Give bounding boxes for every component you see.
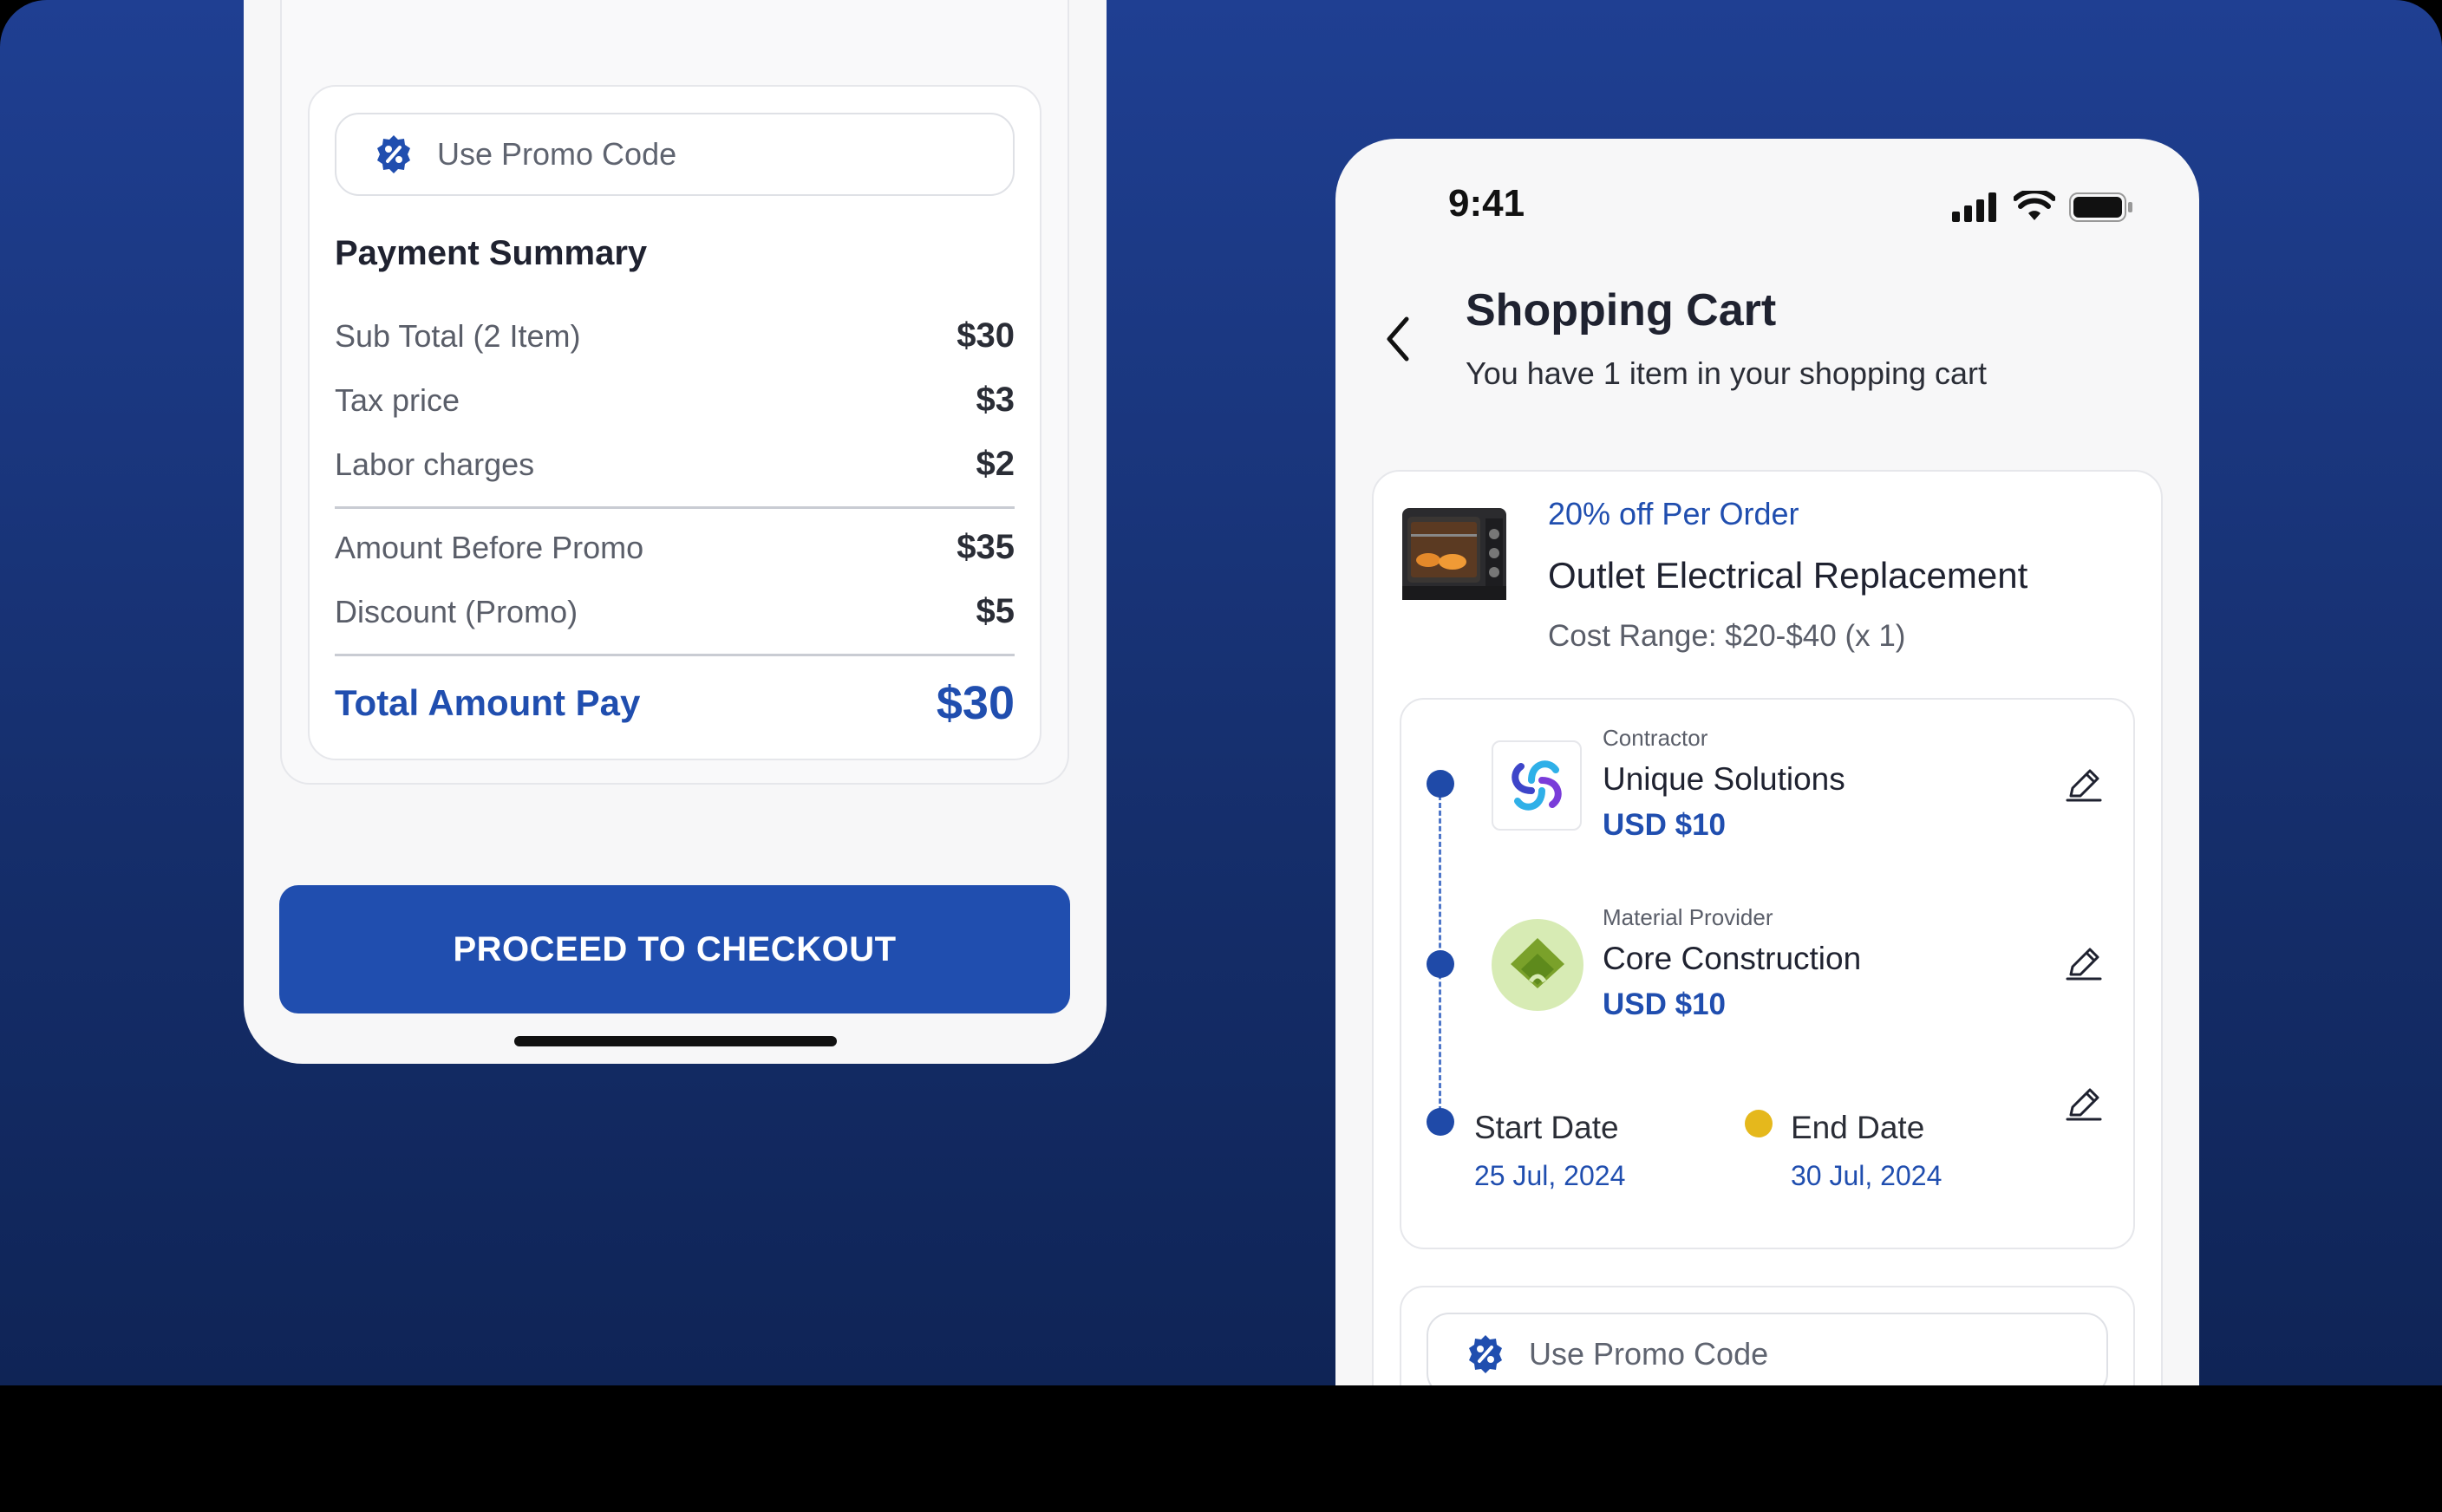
battery-icon [2069, 192, 2132, 222]
shopping-cart-screen: 9:41 Shopping Cart You have 1 item in yo… [1335, 139, 2199, 1385]
summary-row-discount: Discount (Promo) $5 [335, 592, 1015, 631]
timeline-dot [1427, 770, 1454, 798]
summary-label: Sub Total (2 Item) [335, 317, 581, 354]
summary-row-before-promo: Amount Before Promo $35 [335, 528, 1015, 567]
summary-label: Tax price [335, 381, 460, 418]
summary-label: Labor charges [335, 446, 535, 482]
edit-material-provider-icon[interactable] [2064, 943, 2104, 983]
summary-value: $2 [976, 445, 1015, 483]
contractor-price: USD $10 [1603, 808, 1727, 842]
timeline-dot [1427, 1108, 1454, 1136]
summary-total-row: Total Amount Pay $30 [335, 676, 1015, 730]
summary-row-labor: Labor charges $2 [335, 445, 1015, 484]
end-date-value: 30 Jul, 2024 [1791, 1160, 1942, 1191]
contractor-role: Contractor [1603, 725, 1708, 751]
end-date-label: End Date [1791, 1110, 1925, 1145]
status-time: 9:41 [1448, 182, 1525, 225]
promo-input[interactable]: Use Promo Code [1427, 1313, 2108, 1385]
summary-row-tax: Tax price $3 [335, 381, 1015, 420]
cost-range: Cost Range: $20-$40 (x 1) [1548, 619, 1906, 653]
swirl-logo-icon [1512, 760, 1562, 811]
summary-value: $3 [976, 381, 1015, 419]
promo-input[interactable]: Use Promo Code [335, 113, 1015, 196]
summary-value: $30 [957, 316, 1015, 355]
material-provider-logo [1492, 919, 1583, 1011]
offer-label: 20% off Per Order [1548, 496, 1799, 531]
summary-divider [335, 654, 1015, 656]
back-chevron-icon[interactable] [1384, 316, 1410, 362]
promo-placeholder: Use Promo Code [1529, 1336, 1769, 1372]
material-provider-role: Material Provider [1603, 904, 1773, 930]
payment-summary-title: Payment Summary [335, 234, 648, 272]
proceed-to-checkout-button[interactable]: PROCEED TO CHECKOUT [279, 885, 1070, 1013]
promo-placeholder: Use Promo Code [437, 136, 677, 172]
start-date-value: 25 Jul, 2024 [1474, 1160, 1626, 1191]
page-title: Shopping Cart [1466, 285, 1777, 336]
house-logo-icon [1511, 938, 1564, 988]
material-provider-price: USD $10 [1603, 987, 1727, 1021]
end-date-dot [1745, 1110, 1773, 1137]
background: Use Promo Code Payment Summary Sub Total… [0, 0, 2442, 1385]
start-date-label: Start Date [1474, 1110, 1619, 1145]
total-value: $30 [936, 677, 1015, 729]
total-label: Total Amount Pay [335, 682, 641, 723]
summary-row-subtotal: Sub Total (2 Item) $30 [335, 316, 1015, 355]
product-image [1401, 499, 1508, 607]
signal-icon [1952, 192, 1996, 222]
wifi-icon [2014, 191, 2055, 220]
product-name: Outlet Electrical Replacement [1548, 555, 2028, 596]
oven-image [1402, 508, 1506, 600]
summary-divider [335, 506, 1015, 509]
percent-badge-icon [377, 135, 410, 173]
summary-label: Amount Before Promo [335, 529, 644, 565]
contractor-name: Unique Solutions [1603, 761, 1845, 797]
timeline-dot [1427, 950, 1454, 978]
summary-value: $5 [976, 592, 1015, 630]
home-indicator [514, 1036, 837, 1046]
material-provider-name: Core Construction [1603, 941, 1862, 976]
summary-label: Discount (Promo) [335, 593, 578, 629]
percent-badge-icon [1469, 1335, 1502, 1373]
summary-value: $35 [957, 528, 1015, 566]
contractor-logo [1492, 740, 1582, 831]
edit-dates-icon[interactable] [2064, 1084, 2104, 1124]
edit-contractor-icon[interactable] [2064, 765, 2104, 805]
page-subtitle: You have 1 item in your shopping cart [1466, 355, 1988, 391]
